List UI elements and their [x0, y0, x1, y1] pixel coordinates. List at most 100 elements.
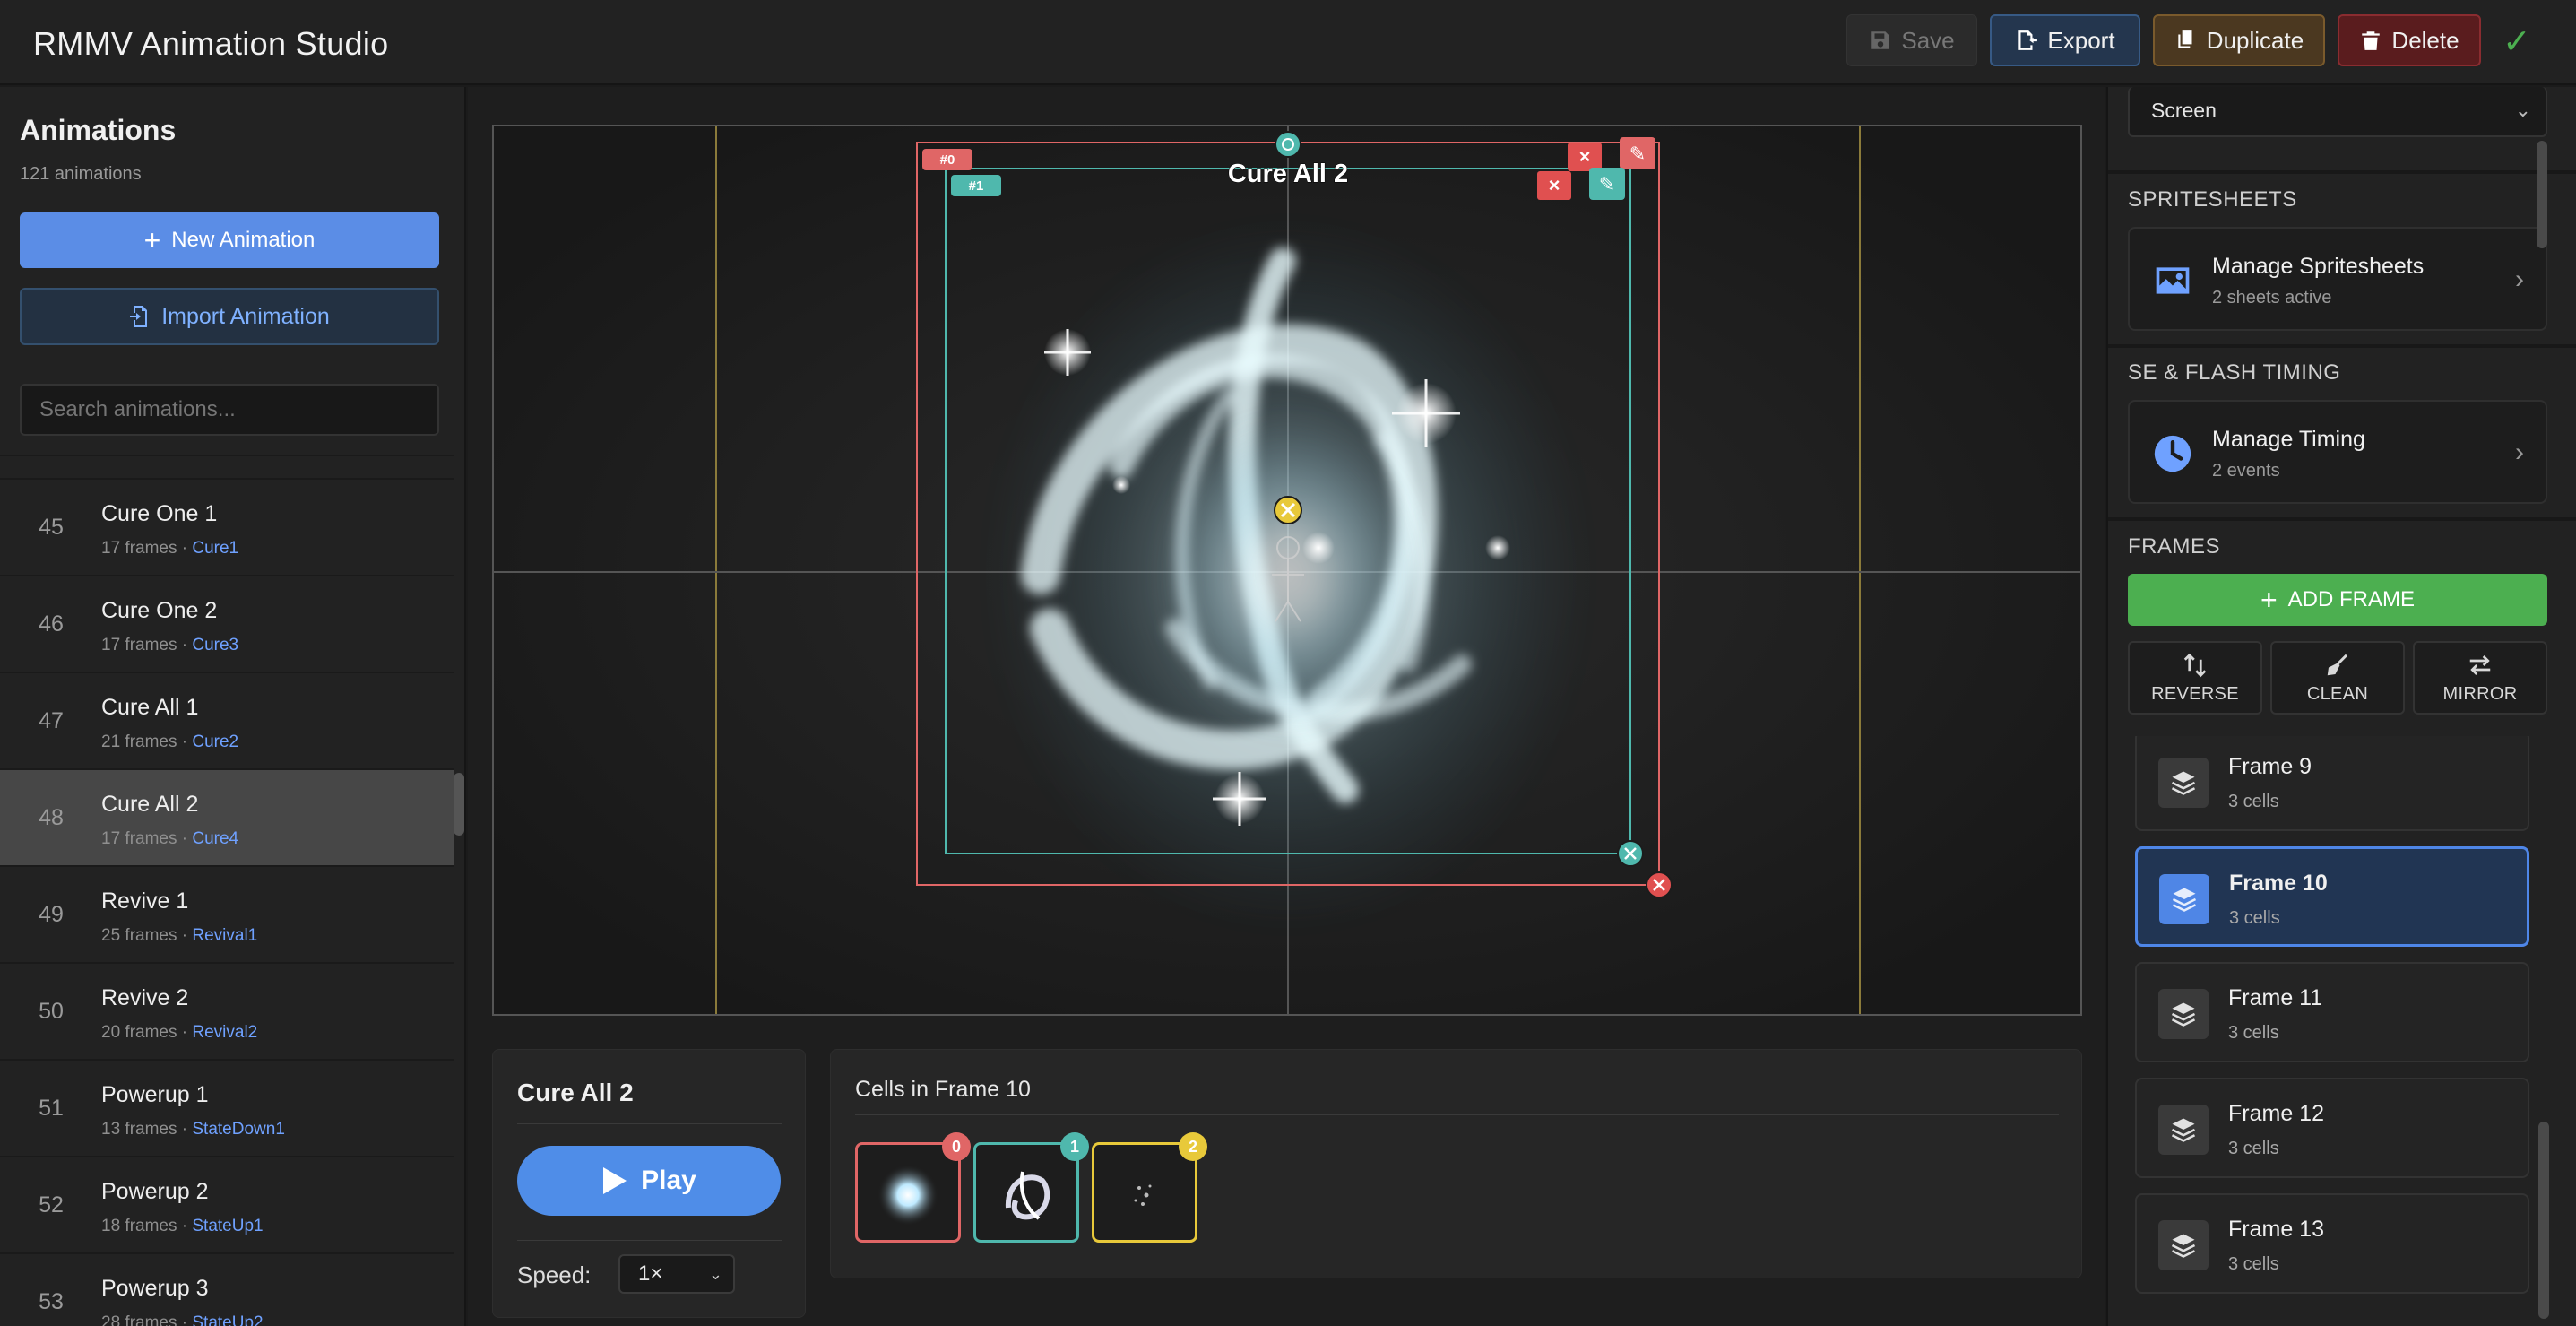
list-item[interactable]: 52 Powerup 2 18 frames · StateUp1 — [0, 1157, 454, 1254]
new-animation-button[interactable]: + New Animation — [20, 212, 439, 268]
speed-select[interactable]: 1× ⌄ — [618, 1254, 735, 1294]
list-item[interactable]: 45 Cure One 1 17 frames · Cure1 — [0, 480, 454, 576]
clock-icon — [2154, 435, 2191, 472]
frame-name: Frame 11 — [2228, 985, 2323, 1010]
cell-thumbnail-1[interactable]: 1 — [973, 1132, 1089, 1243]
frame-cells-card: Cells in Frame 10 0 1 2 — [830, 1049, 2082, 1278]
cell-thumbnail-0[interactable]: 0 — [855, 1132, 971, 1243]
list-item[interactable]: 49 Revive 1 25 frames · Revival1 — [0, 867, 454, 964]
animation-number: 51 — [39, 1096, 64, 1121]
cells-title: Cells in Frame 10 — [855, 1077, 1031, 1102]
list-item[interactable]: 48 Cure All 2 17 frames · Cure4 — [0, 770, 454, 867]
frame-item[interactable]: Frame 10 3 cells — [2135, 846, 2529, 947]
duplicate-label: Duplicate — [2206, 26, 2304, 54]
new-animation-label: New Animation — [171, 228, 316, 252]
list-item[interactable]: 51 Powerup 1 13 frames · StateDown1 — [0, 1061, 454, 1157]
mirror-frames-button[interactable]: MIRROR — [2413, 641, 2547, 715]
timing-heading: SE & FLASH TIMING — [2128, 360, 2341, 385]
frame-name: Frame 12 — [2228, 1101, 2324, 1126]
animation-asset: StateDown1 — [192, 1120, 285, 1139]
duplicate-button[interactable]: Duplicate — [2153, 14, 2325, 66]
animation-meta: 28 frames · StateUp2 — [101, 1313, 264, 1326]
delete-button[interactable]: Delete — [2338, 14, 2481, 66]
frame-item[interactable]: Frame 13 3 cells — [2135, 1193, 2529, 1294]
play-button[interactable]: Play — [517, 1146, 781, 1216]
cell-thumbnail-2[interactable]: 2 — [1092, 1132, 1207, 1243]
manage-timing-button[interactable]: Manage Timing 2 events › — [2128, 400, 2547, 504]
play-icon — [603, 1167, 627, 1194]
cell-1-delete-button[interactable]: × — [1537, 171, 1571, 200]
svg-text:#1: #1 — [969, 178, 984, 194]
cell-0-delete-button[interactable]: × — [1568, 143, 1602, 171]
layers-icon — [2158, 758, 2209, 808]
cell-0-resize-handle-icon[interactable] — [1646, 871, 1673, 898]
copy-icon — [2178, 30, 2192, 48]
cell-tag-0: #0 — [922, 149, 972, 170]
list-item[interactable]: 50 Revive 2 20 frames · Revival2 — [0, 964, 454, 1061]
clean-frames-button[interactable]: CLEAN — [2270, 641, 2405, 715]
animation-asset: Cure2 — [192, 732, 239, 751]
svg-text:✎: ✎ — [1599, 174, 1615, 196]
import-animation-button[interactable]: Import Animation — [20, 288, 439, 345]
manage-timing-title: Manage Timing — [2212, 427, 2365, 452]
animation-meta: 17 frames · Cure1 — [101, 539, 239, 558]
svg-text:×: × — [1579, 145, 1591, 168]
animation-label: Cure All 2 — [1228, 160, 1348, 188]
position-value: Screen — [2151, 99, 2217, 122]
save-button[interactable]: Save — [1846, 14, 1977, 66]
frame-list-scrollbar[interactable] — [2538, 1122, 2549, 1319]
animation-number: 53 — [39, 1289, 64, 1314]
cell-1-edit-button[interactable]: ✎ — [1589, 168, 1625, 200]
layers-icon — [2158, 989, 2209, 1039]
animation-meta: 17 frames · Cure4 — [101, 829, 239, 848]
search-input[interactable] — [20, 384, 439, 436]
animation-name: Powerup 3 — [101, 1276, 209, 1301]
position-select[interactable]: Screen ⌄ — [2128, 87, 2547, 137]
list-item[interactable]: 47 Cure All 1 21 frames · Cure2 — [0, 673, 454, 770]
animation-name: Revive 1 — [101, 888, 189, 914]
cell-index-badge: 0 — [942, 1132, 971, 1161]
section-divider — [2108, 170, 2576, 174]
frame-cell-count: 3 cells — [2228, 1254, 2279, 1274]
spritesheets-heading: SPRITESHEETS — [2128, 187, 2297, 212]
frame-list: Frame 9 3 cells Frame 10 3 cells Frame 11 3 c… — [2108, 736, 2565, 1326]
animation-name: Cure All 1 — [101, 695, 199, 720]
animation-meta: 17 frames · Cure3 — [101, 636, 239, 654]
mirror-arrows-icon — [2469, 655, 2491, 675]
cell-index-badge: 1 — [1060, 1132, 1089, 1161]
animation-number: 50 — [39, 999, 64, 1024]
frame-item[interactable]: Frame 11 3 cells — [2135, 962, 2529, 1062]
frame-item[interactable]: Frame 12 3 cells — [2135, 1078, 2529, 1178]
list-item[interactable]: 46 Cure One 2 17 frames · Cure3 — [0, 576, 454, 673]
timing-count: 2 events — [2212, 461, 2280, 481]
animation-name: Cure One 1 — [101, 501, 218, 526]
export-button[interactable]: Export — [1990, 14, 2140, 66]
chevron-right-icon: › — [2515, 438, 2524, 467]
cell-2-move-handle-icon[interactable] — [1274, 496, 1302, 524]
animation-asset: Cure3 — [192, 636, 239, 654]
panel-scrollbar[interactable] — [2537, 141, 2547, 248]
play-label: Play — [641, 1166, 696, 1195]
animation-name: Revive 2 — [101, 985, 189, 1010]
rotate-handle-icon[interactable] — [1275, 131, 1301, 158]
cell-1-resize-handle-icon[interactable] — [1617, 840, 1644, 867]
animation-meta: 20 frames · Revival2 — [101, 1023, 258, 1042]
speed-value: 1× — [638, 1261, 663, 1286]
plus-icon: + — [143, 224, 161, 256]
reverse-frames-button[interactable]: REVERSE — [2128, 641, 2262, 715]
animation-stage[interactable]: #0 #1 × ✎ × ✎ Cure All 2 — [492, 125, 2082, 1016]
section-divider — [2108, 517, 2576, 521]
add-frame-button[interactable]: + ADD FRAME — [2128, 574, 2547, 626]
svg-text:×: × — [1549, 174, 1560, 196]
stage-canvas[interactable]: #0 #1 × ✎ × ✎ Cure All 2 — [494, 126, 2082, 1016]
frame-item[interactable]: Frame 9 3 cells — [2135, 736, 2529, 831]
broom-icon — [2327, 654, 2348, 676]
glow-orb-thumbnail — [877, 1165, 938, 1226]
reverse-label: REVERSE — [2151, 684, 2239, 704]
manage-spritesheets-button[interactable]: Manage Spritesheets 2 sheets active › — [2128, 227, 2547, 331]
cell-index-badge: 2 — [1179, 1132, 1207, 1161]
file-import-icon — [130, 306, 148, 327]
sidebar-scrollbar[interactable] — [454, 773, 464, 836]
cell-0-edit-button[interactable]: ✎ — [1620, 137, 1655, 169]
list-item[interactable]: 53 Powerup 3 28 frames · StateUp2 — [0, 1254, 454, 1326]
